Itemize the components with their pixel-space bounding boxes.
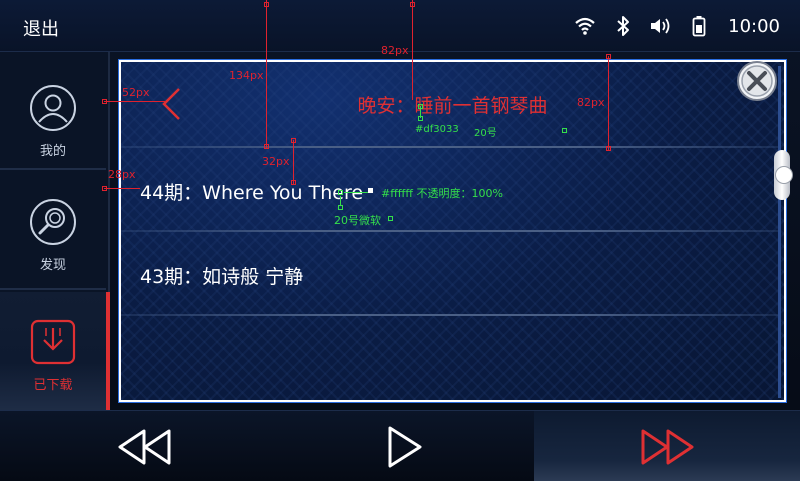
annotation-label: 82px <box>381 44 409 57</box>
annotation-marker <box>102 99 107 104</box>
rewind-icon <box>118 429 171 464</box>
sidebar-item-discover[interactable]: 发现 <box>0 176 106 290</box>
sidebar-item-downloaded[interactable]: 已下载 <box>0 292 106 410</box>
status-icons: 10:00 <box>562 12 780 40</box>
annotation-marker <box>388 216 393 221</box>
sidebar-divider <box>0 168 106 170</box>
rewind-button[interactable] <box>90 411 200 481</box>
annotation-marker <box>102 186 107 191</box>
annotation-marker <box>338 190 343 195</box>
annotation-marker <box>264 144 269 149</box>
sidebar: 我的 发现 已下载 <box>0 52 110 410</box>
media-screen: 退出 10:00 我的 发现 已下载 晚安：睡前一首钢琴曲 44期：Where … <box>0 0 800 481</box>
scrollbar-thumb[interactable] <box>774 150 793 200</box>
annotation-line <box>608 56 609 150</box>
list-item-label: 43期：如诗般 宁静 <box>140 266 304 288</box>
annotation-label: #ffffff 不透明度：100% <box>381 187 503 200</box>
annotation-label: 52px <box>122 86 150 99</box>
annotation-marker <box>410 2 415 7</box>
annotation-line <box>266 0 267 148</box>
playback-bar <box>0 410 800 481</box>
annotation-marker <box>418 116 423 121</box>
sidebar-item-mine[interactable]: 我的 <box>0 62 106 176</box>
page-title: 晚安：睡前一首钢琴曲 <box>357 95 548 117</box>
sidebar-item-label: 我的 <box>39 144 66 159</box>
list-item-label: 44期：Where You There <box>140 182 364 204</box>
volume-icon <box>646 12 676 40</box>
battery-icon <box>684 12 714 40</box>
fast-forward-button[interactable] <box>534 411 800 481</box>
annotation-label: 20号微软 <box>334 214 381 227</box>
play-icon <box>388 426 422 467</box>
annotation-label: 82px <box>577 96 605 109</box>
close-icon[interactable] <box>736 60 778 102</box>
annotation-line <box>104 188 140 189</box>
playlist-panel: 晚安：睡前一首钢琴曲 44期：Where You There 43期：如诗般 宁… <box>118 59 787 403</box>
scrollbar-track[interactable] <box>778 66 781 398</box>
annotation-marker <box>338 205 343 210</box>
sidebar-item-label: 已下载 <box>33 378 73 393</box>
bluetooth-icon <box>608 12 638 40</box>
annotation-line <box>344 192 370 193</box>
wifi-icon <box>570 12 600 40</box>
fast-forward-icon <box>641 429 694 464</box>
sidebar-divider <box>0 288 106 290</box>
divider <box>121 314 781 316</box>
annotation-marker <box>368 188 373 193</box>
annotation-label: 32px <box>262 155 290 168</box>
sidebar-item-label: 发现 <box>39 258 66 273</box>
annotation-marker <box>418 104 423 109</box>
scrollbar-knob <box>775 166 793 184</box>
annotation-label: 134px <box>229 69 264 82</box>
clock: 10:00 <box>728 15 780 37</box>
annotation-line <box>293 140 294 184</box>
list-item[interactable]: 43期：如诗般 宁静 <box>121 232 771 314</box>
annotation-label: #df3033 <box>415 124 459 135</box>
download-icon <box>30 319 76 365</box>
annotation-marker <box>562 128 567 133</box>
annotation-line <box>412 0 413 100</box>
annotation-marker <box>606 146 611 151</box>
search-icon <box>30 199 76 245</box>
annotation-line <box>104 101 166 102</box>
annotation-marker <box>291 138 296 143</box>
annotation-marker <box>606 54 611 59</box>
annotation-marker <box>291 180 296 185</box>
annotation-label: 20号 <box>474 128 497 139</box>
annotation-marker <box>264 2 269 7</box>
user-icon <box>30 85 76 131</box>
play-button[interactable] <box>350 411 460 481</box>
annotation-label: 28px <box>108 168 136 181</box>
active-indicator <box>106 292 110 410</box>
exit-button[interactable]: 退出 <box>23 15 59 41</box>
